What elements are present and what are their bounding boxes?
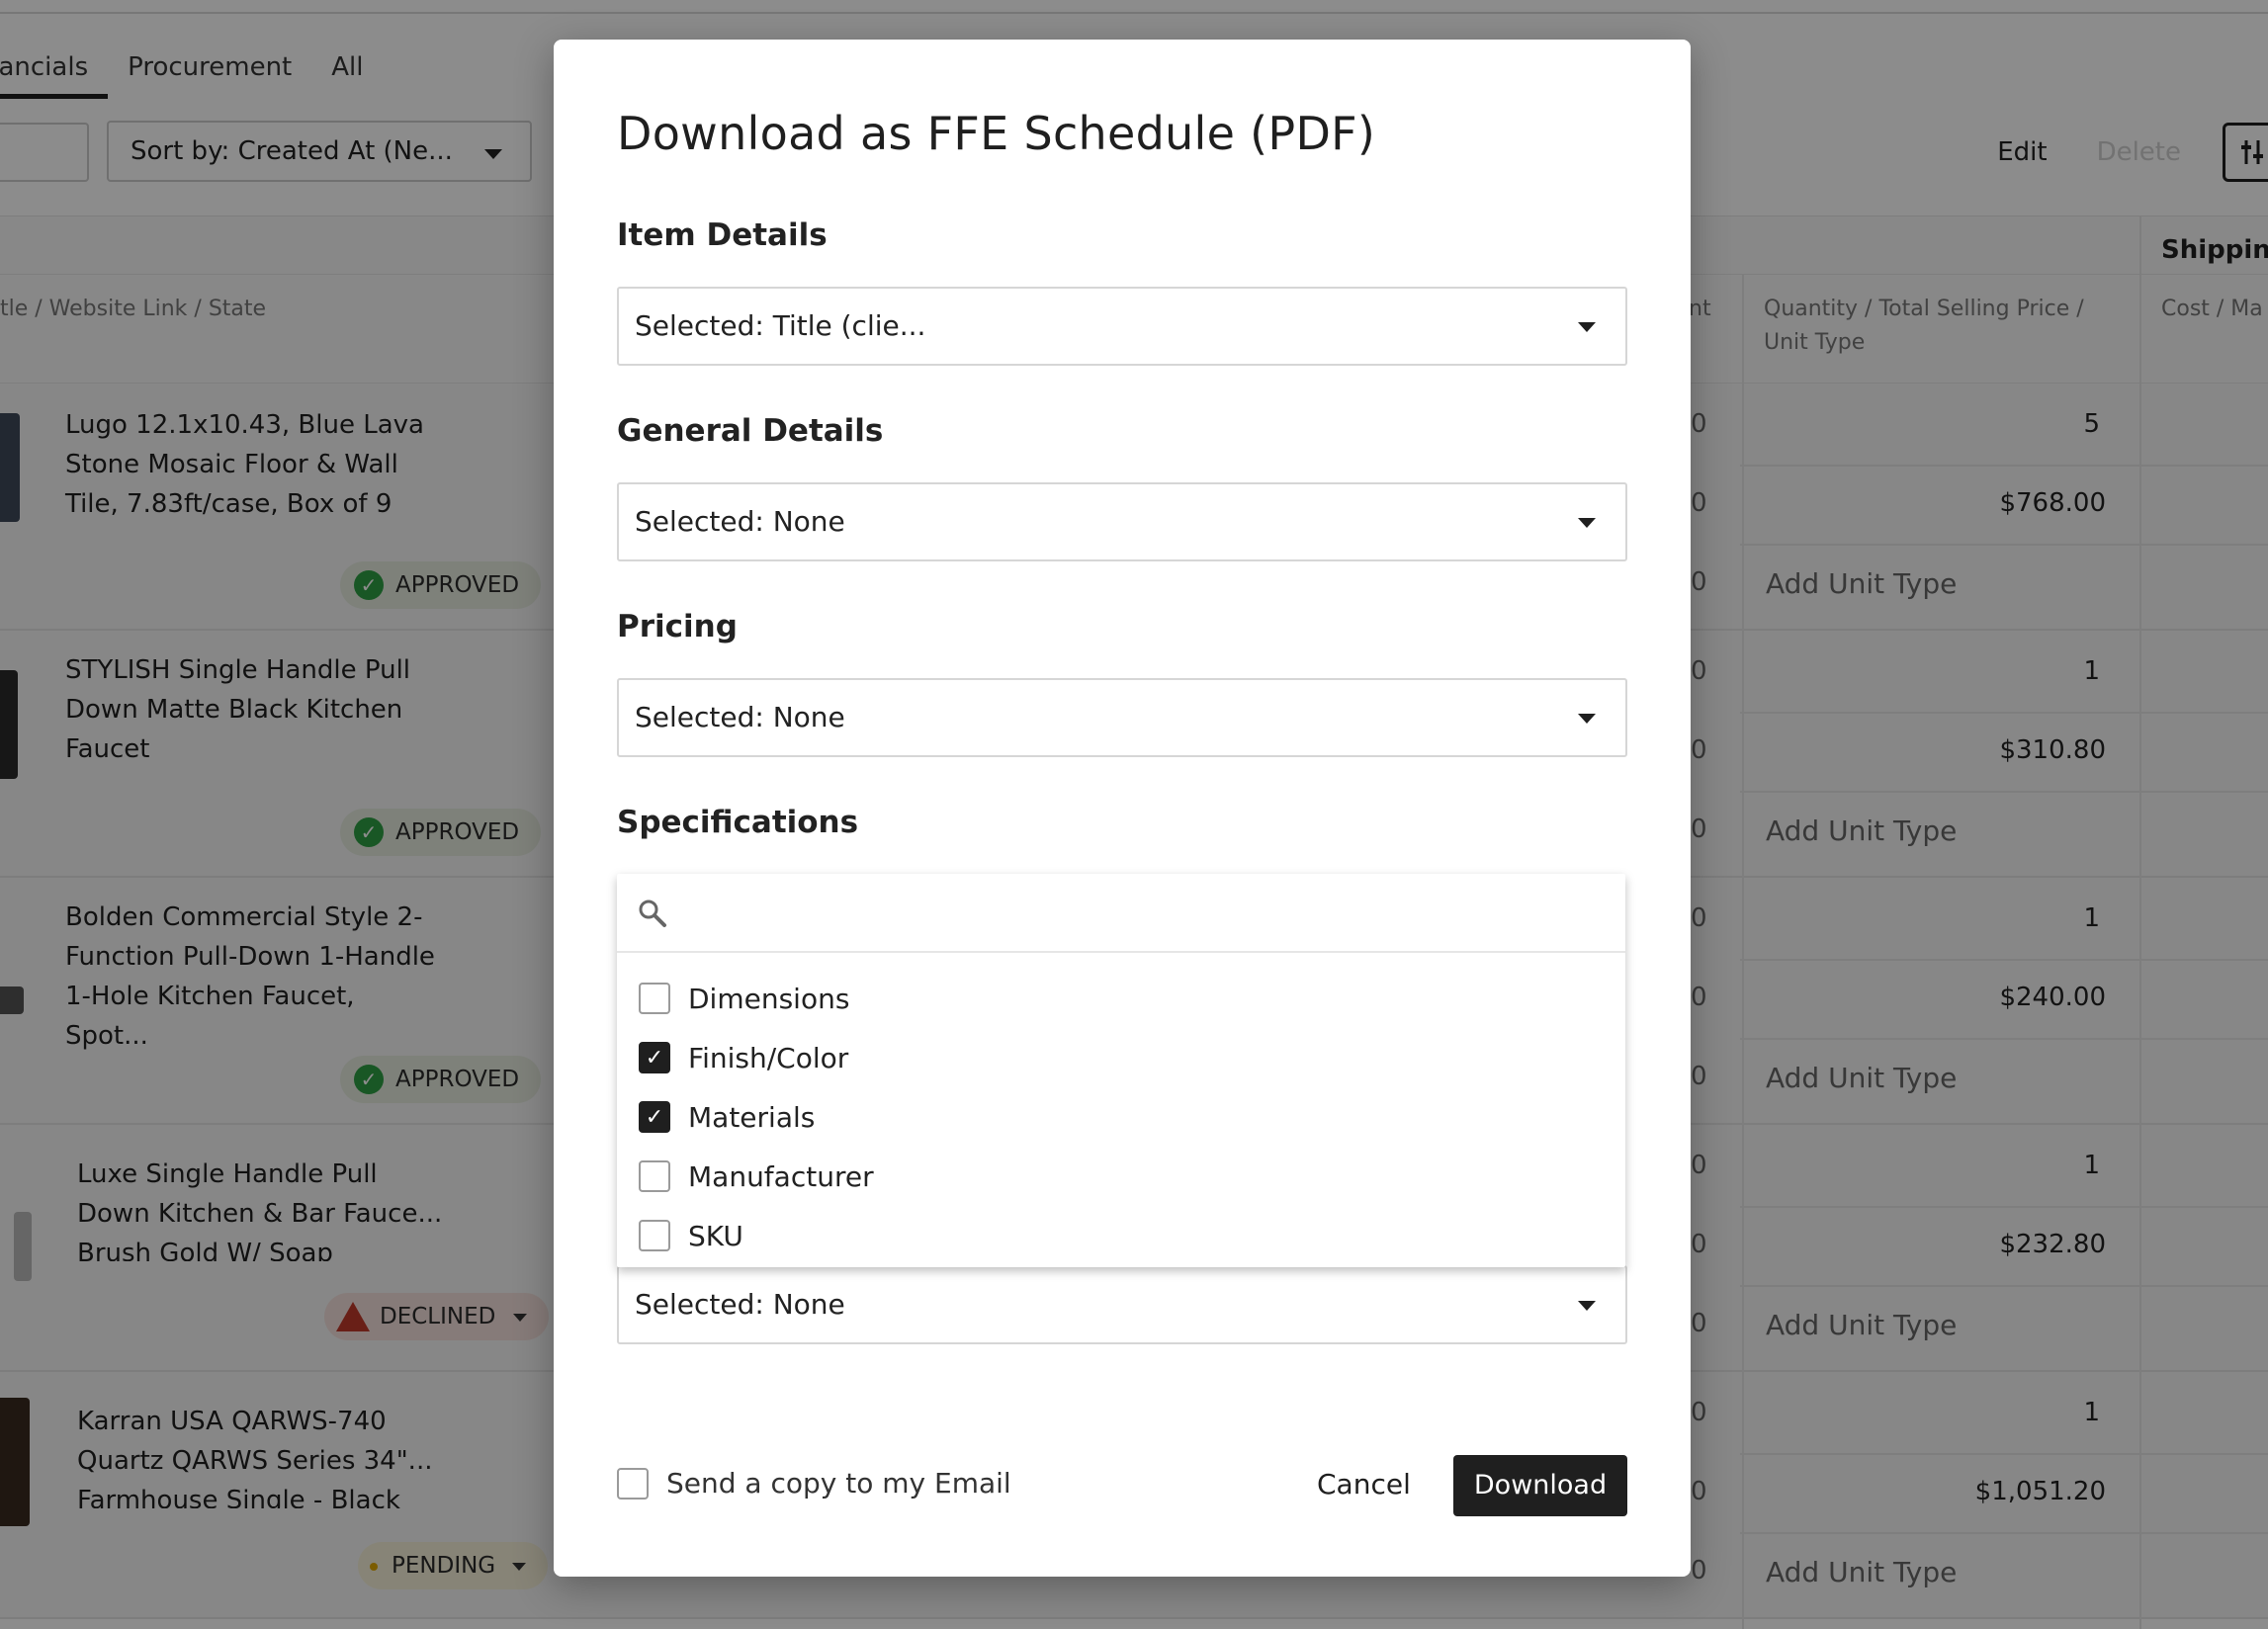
checkbox-unchecked[interactable] [639,1160,670,1192]
general-details-label: General Details [617,413,884,449]
modal-title: Download as FFE Schedule (PDF) [617,107,1376,160]
pricing-label: Pricing [617,609,738,644]
dropdown-search [617,874,1625,953]
chevron-down-icon [1578,1301,1596,1311]
checkbox-unchecked[interactable] [639,1220,670,1251]
email-copy-checkbox[interactable] [617,1467,649,1500]
option-label: Finish/Color [688,1041,849,1074]
download-button[interactable]: Download [1453,1455,1627,1516]
cancel-button[interactable]: Cancel [1295,1455,1433,1514]
general-details-value: Selected: None [635,505,845,538]
next-section-select[interactable]: Selected: None [617,1265,1627,1344]
email-copy-option[interactable]: Send a copy to my Email [617,1467,1011,1500]
option-sku[interactable]: SKU [639,1216,743,1255]
option-label: Manufacturer [688,1159,874,1193]
item-details-value: Selected: Title (clie... [635,309,926,342]
option-label: Materials [688,1100,816,1134]
search-icon [639,900,666,927]
specifications-dropdown: Dimensions ✓ Finish/Color ✓ Materials Ma… [617,874,1625,1267]
option-dimensions[interactable]: Dimensions [639,979,849,1018]
checkbox-checked[interactable]: ✓ [639,1042,670,1073]
item-details-label: Item Details [617,217,828,253]
next-section-value: Selected: None [635,1288,845,1321]
chevron-down-icon [1578,518,1596,528]
specifications-search-input[interactable] [676,888,1606,939]
checkbox-checked[interactable]: ✓ [639,1101,670,1133]
pricing-value: Selected: None [635,701,845,733]
pricing-select[interactable]: Selected: None [617,678,1627,757]
checkbox-unchecked[interactable] [639,983,670,1014]
option-label: Dimensions [688,982,850,1015]
chevron-down-icon [1578,322,1596,332]
option-finish-color[interactable]: ✓ Finish/Color [639,1038,848,1077]
option-materials[interactable]: ✓ Materials [639,1097,815,1137]
download-ffe-modal: Download as FFE Schedule (PDF) Item Deta… [554,40,1691,1577]
specifications-label: Specifications [617,805,859,840]
general-details-select[interactable]: Selected: None [617,482,1627,561]
option-label: SKU [688,1219,743,1252]
option-manufacturer[interactable]: Manufacturer [639,1157,874,1196]
email-copy-label: Send a copy to my Email [666,1467,1011,1500]
chevron-down-icon [1578,714,1596,724]
item-details-select[interactable]: Selected: Title (clie... [617,287,1627,366]
